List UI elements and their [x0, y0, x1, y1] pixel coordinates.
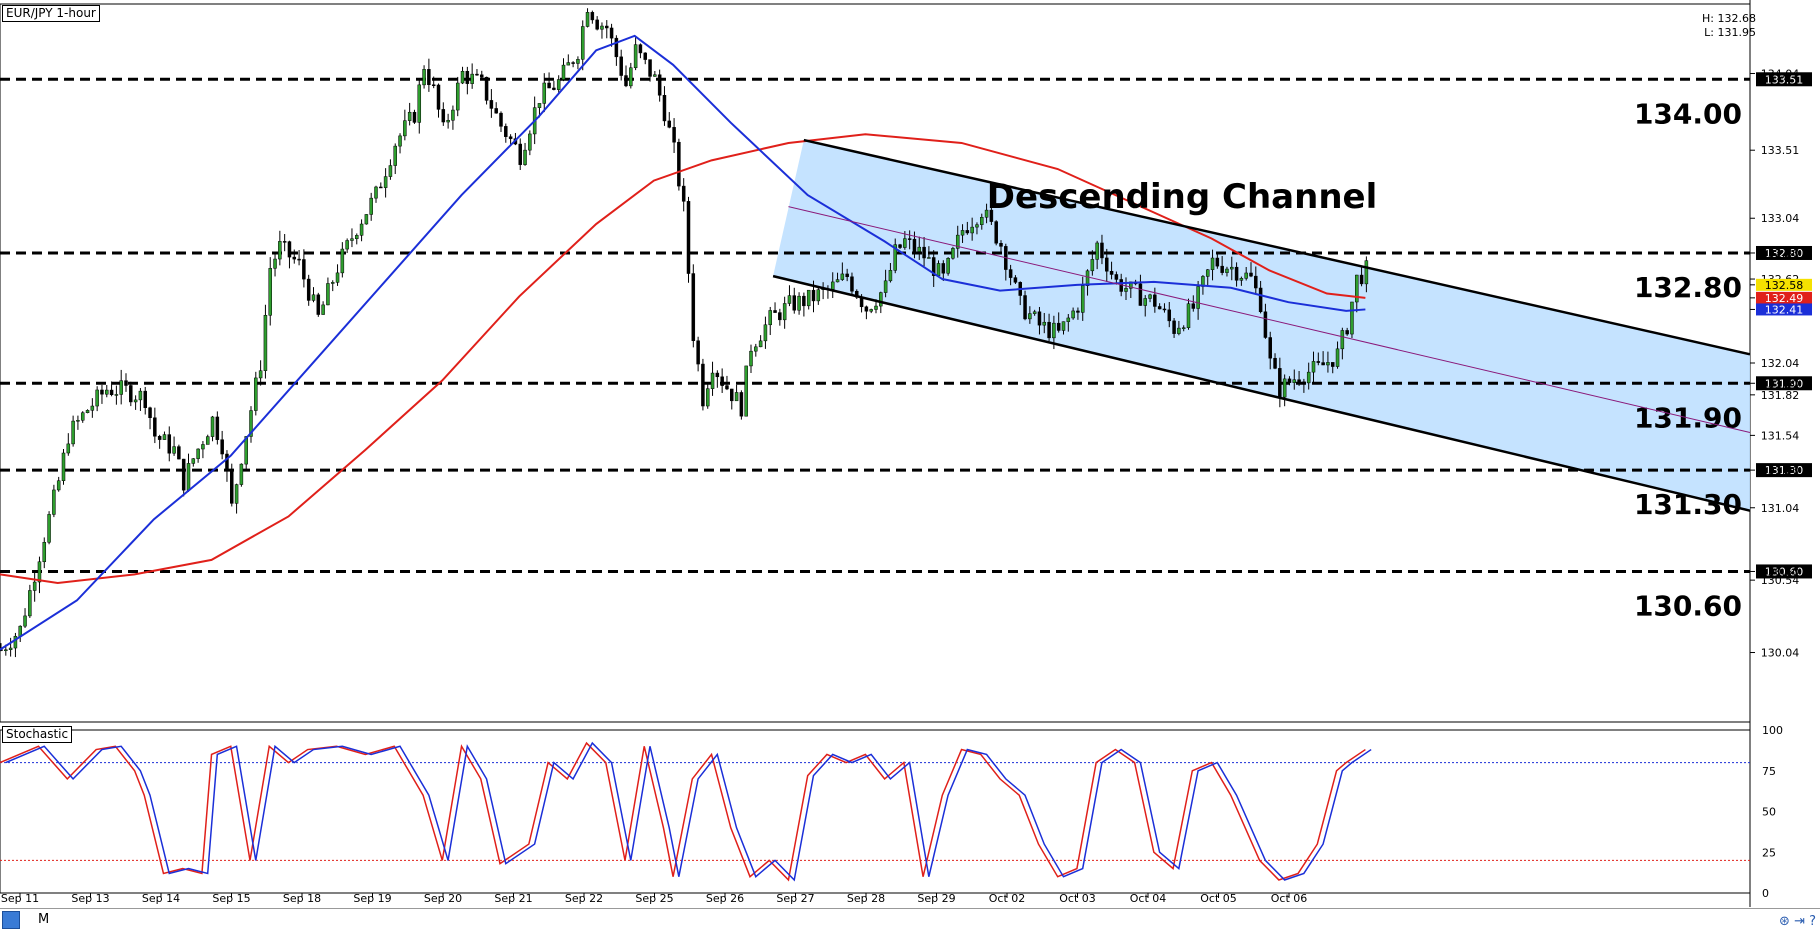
instrument-label: EUR/JPY 1-hour	[2, 5, 100, 22]
stoch-plot-frame	[0, 729, 1751, 894]
link-icons[interactable]: ⊛ ⇥ ?	[1779, 914, 1816, 929]
stochastic-panel[interactable]: 100 75 50 25 0	[0, 0, 1820, 932]
stoch-tick-3: 25	[1762, 846, 1776, 859]
low-value: L: 131.95	[1704, 26, 1756, 39]
chart-window: 134.00133.51132.80132.80131.90131.90131.…	[0, 0, 1820, 933]
bottom-toolbar: M ⊛ ⇥ ?	[0, 908, 1820, 933]
stochastic-label: Stochastic	[2, 726, 73, 743]
stoch-tick-2: 50	[1762, 806, 1776, 819]
stoch-tick-0: 100	[1762, 724, 1783, 737]
high-value: H: 132.68	[1702, 12, 1756, 25]
stoch-tick-4: 0	[1762, 887, 1769, 900]
period-label: M	[38, 912, 50, 927]
sheet-icon[interactable]	[2, 911, 20, 929]
stoch-tick-1: 75	[1762, 765, 1776, 778]
high-low-readout: H: 132.68 L: 131.95	[1702, 12, 1756, 40]
